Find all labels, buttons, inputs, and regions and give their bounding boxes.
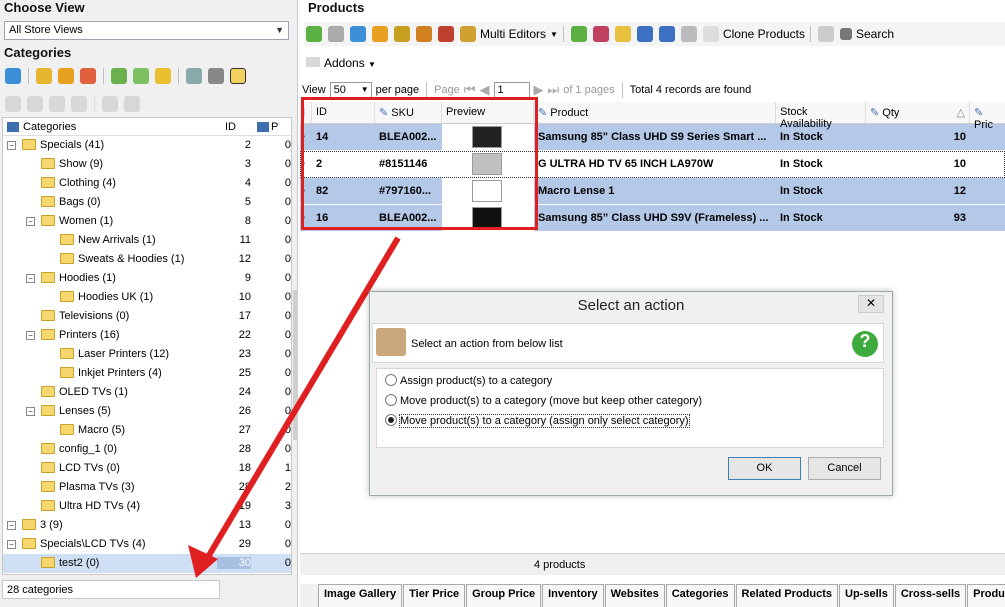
close-icon: ✕ — [865, 296, 877, 310]
radio-button[interactable] — [385, 414, 397, 426]
radio-option[interactable]: Move product(s) to a category (assign on… — [385, 414, 690, 428]
tab-1[interactable]: Tier Price — [403, 584, 466, 607]
ok-button[interactable]: OK — [728, 457, 801, 480]
tab-6[interactable]: Related Products — [735, 584, 839, 607]
radio-option[interactable]: Move product(s) to a category (move but … — [385, 394, 702, 407]
radio-label: Move product(s) to a category (move but … — [400, 395, 703, 407]
detail-tabs: Image Gallery Tier Price Group Price Invent… — [300, 584, 1005, 607]
radio-button[interactable] — [385, 394, 397, 406]
tab-4[interactable]: Websites — [604, 584, 665, 607]
radio-button[interactable] — [385, 374, 397, 386]
dialog-close-button[interactable]: ✕ — [858, 295, 884, 313]
tab-2[interactable]: Group Price — [466, 584, 542, 607]
tab-5[interactable]: Categories — [665, 584, 735, 607]
help-icon[interactable]: ? — [852, 331, 878, 357]
options-group: Assign product(s) to a category Move prod… — [376, 368, 884, 448]
cancel-button[interactable]: Cancel — [808, 457, 881, 480]
tab-3[interactable]: Inventory — [542, 584, 604, 607]
select-action-dialog: Select an action ✕ Select an action from… — [369, 291, 893, 496]
clipboard-icon — [376, 328, 406, 356]
tab-0[interactable]: Image Gallery — [318, 584, 403, 607]
dialog-prompt: Select an action from below list — [411, 338, 563, 350]
tab-9[interactable]: Produ — [967, 584, 1005, 607]
radio-option[interactable]: Assign product(s) to a category — [385, 374, 552, 387]
tab-8[interactable]: Cross-sells — [894, 584, 967, 607]
radio-label: Move product(s) to a category (assign on… — [399, 414, 690, 428]
dialog-title: Select an action — [577, 297, 685, 314]
radio-label: Assign product(s) to a category — [400, 375, 553, 387]
tab-7[interactable]: Up-sells — [839, 584, 894, 607]
dialog-header: Select an action from below list ? — [372, 323, 884, 363]
